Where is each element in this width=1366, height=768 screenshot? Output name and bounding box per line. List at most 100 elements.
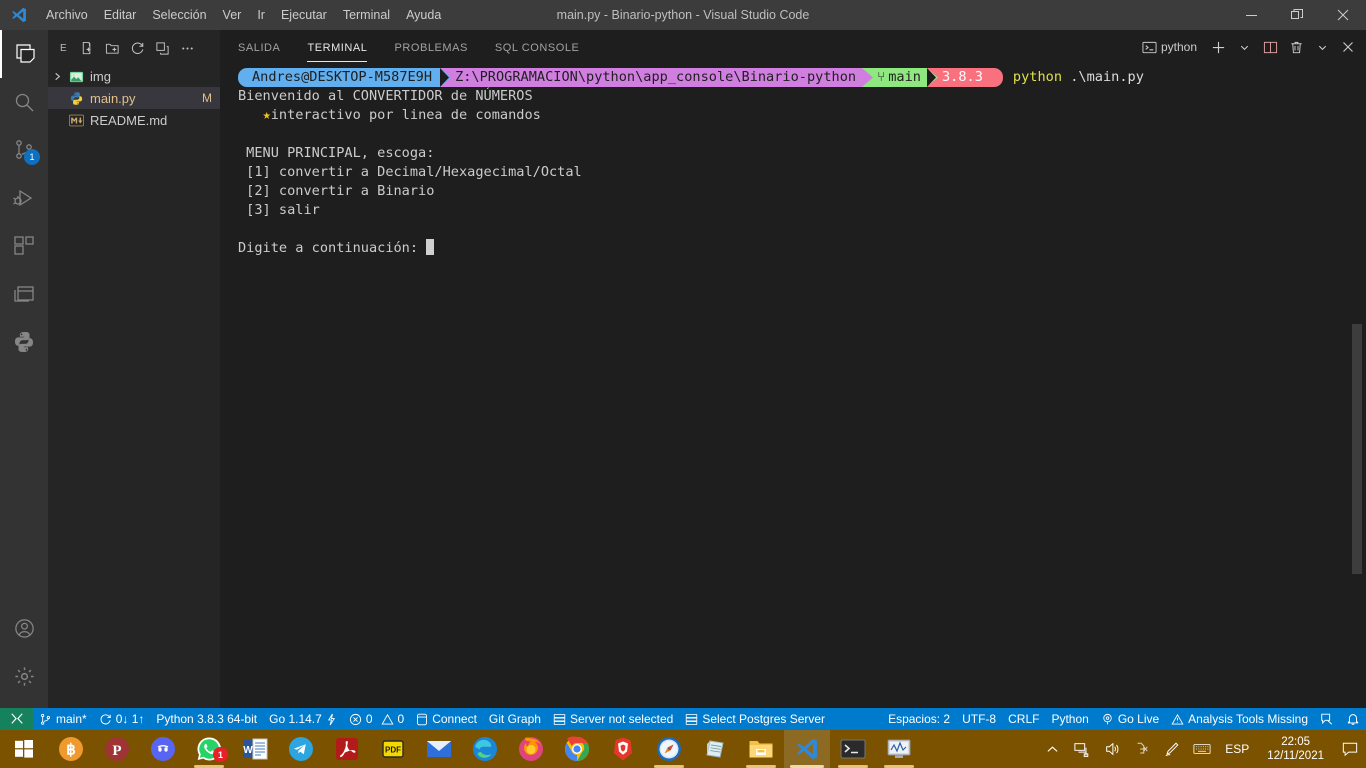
keyboard-icon[interactable] xyxy=(1187,730,1217,768)
taskbar-bitcoin[interactable]: ฿ xyxy=(48,730,94,768)
terminal-selector[interactable]: python xyxy=(1139,35,1204,59)
status-sql-server[interactable]: Server not selected xyxy=(547,708,679,730)
bluetooth-icon[interactable] xyxy=(1127,730,1157,768)
activity-extensions[interactable] xyxy=(0,222,48,270)
new-terminal-dropdown[interactable] xyxy=(1232,35,1256,59)
refresh-icon[interactable] xyxy=(126,37,148,59)
status-git-sync[interactable]: 0↓ 1↑ xyxy=(93,708,151,730)
panel-views-button[interactable] xyxy=(1310,35,1334,59)
terminal-output-line-6: [2] convertir a Binario xyxy=(238,183,435,199)
activity-explorer[interactable] xyxy=(0,30,48,78)
taskbar-whatsapp[interactable]: 1 xyxy=(186,730,232,768)
taskbar-mail[interactable] xyxy=(416,730,462,768)
taskbar-acrobat[interactable] xyxy=(324,730,370,768)
remote-window-indicator[interactable] xyxy=(0,708,33,730)
taskbar-pdf-editor[interactable]: PDF xyxy=(370,730,416,768)
tab-terminal[interactable]: TERMINAL xyxy=(307,30,368,64)
status-go-live[interactable]: Go Live xyxy=(1095,708,1165,730)
tree-row-img[interactable]: img xyxy=(48,65,220,87)
terminal-scrollbar[interactable] xyxy=(1352,324,1362,574)
status-indentation[interactable]: Espacios: 2 xyxy=(882,708,956,730)
status-go-version[interactable]: Go 1.14.7 xyxy=(263,708,343,730)
menu-ver[interactable]: Ver xyxy=(215,0,250,30)
tab-salida[interactable]: SALIDA xyxy=(238,30,280,64)
status-problems[interactable]: 0 0 xyxy=(343,708,410,730)
activity-search[interactable] xyxy=(0,78,48,126)
status-eol[interactable]: CRLF xyxy=(1002,708,1045,730)
pen-icon[interactable] xyxy=(1157,730,1187,768)
terminal-command-keyword: python xyxy=(1012,69,1063,85)
activity-run-debug[interactable] xyxy=(0,174,48,222)
close-button[interactable] xyxy=(1320,0,1366,30)
tree-row-main-py[interactable]: main.py M xyxy=(48,87,220,109)
status-git-graph[interactable]: Git Graph xyxy=(483,708,547,730)
terminal-name: python xyxy=(1160,40,1197,54)
windows-start-icon[interactable] xyxy=(0,730,48,768)
more-actions-icon[interactable] xyxy=(176,37,198,59)
chevron-up-icon[interactable] xyxy=(1037,730,1067,768)
menu-terminal[interactable]: Terminal xyxy=(335,0,398,30)
activity-python[interactable] xyxy=(0,318,48,366)
collapse-all-icon[interactable] xyxy=(151,37,173,59)
status-feedback[interactable] xyxy=(1314,708,1340,730)
title-bar: Archivo Editar Selección Ver Ir Ejecutar… xyxy=(0,0,1366,30)
tree-row-readme[interactable]: README.md xyxy=(48,109,220,131)
taskbar-safari[interactable] xyxy=(646,730,692,768)
taskbar-notepad[interactable] xyxy=(692,730,738,768)
status-git-branch[interactable]: main* xyxy=(33,708,93,730)
action-center-icon[interactable] xyxy=(1334,730,1366,768)
activity-settings[interactable] xyxy=(0,652,48,700)
status-encoding[interactable]: UTF-8 xyxy=(956,708,1002,730)
chevron-right-icon[interactable] xyxy=(48,71,66,82)
taskbar-brave[interactable] xyxy=(600,730,646,768)
restore-button[interactable] xyxy=(1274,0,1320,30)
new-terminal-button[interactable] xyxy=(1206,35,1230,59)
tab-sql-console[interactable]: SQL CONSOLE xyxy=(495,30,580,64)
status-notifications[interactable] xyxy=(1340,708,1366,730)
new-file-icon[interactable] xyxy=(76,37,98,59)
kill-terminal-button[interactable] xyxy=(1284,35,1308,59)
activity-accounts[interactable] xyxy=(0,604,48,652)
network-icon[interactable] xyxy=(1067,730,1097,768)
menu-seleccion[interactable]: Selección xyxy=(144,0,214,30)
menu-editar[interactable]: Editar xyxy=(96,0,145,30)
split-terminal-button[interactable] xyxy=(1258,35,1282,59)
close-panel-button[interactable] xyxy=(1336,35,1360,59)
taskbar-word[interactable]: W xyxy=(232,730,278,768)
new-folder-icon[interactable] xyxy=(101,37,123,59)
menu-ejecutar[interactable]: Ejecutar xyxy=(273,0,335,30)
activity-remote-explorer[interactable] xyxy=(0,270,48,318)
menu-ayuda[interactable]: Ayuda xyxy=(398,0,449,30)
taskbar-discord[interactable] xyxy=(140,730,186,768)
minimize-button[interactable] xyxy=(1228,0,1274,30)
python-file-icon xyxy=(66,91,86,106)
activity-source-control[interactable]: 1 xyxy=(0,126,48,174)
taskbar-edge[interactable] xyxy=(462,730,508,768)
taskbar-pushbullet[interactable]: P xyxy=(94,730,140,768)
tray-clock[interactable]: 22:05 12/11/2021 xyxy=(1257,730,1334,768)
taskbar-file-explorer[interactable] xyxy=(738,730,784,768)
status-language-mode[interactable]: Python xyxy=(1045,708,1094,730)
taskbar-vscode[interactable] xyxy=(784,730,830,768)
taskbar-chrome[interactable] xyxy=(554,730,600,768)
taskbar-terminal[interactable] xyxy=(830,730,876,768)
status-postgres-server[interactable]: Select Postgres Server xyxy=(679,708,831,730)
volume-icon[interactable] xyxy=(1097,730,1127,768)
taskbar-task-manager[interactable] xyxy=(876,730,922,768)
menu-ir[interactable]: Ir xyxy=(249,0,273,30)
taskbar-firefox[interactable] xyxy=(508,730,554,768)
taskbar-telegram[interactable] xyxy=(278,730,324,768)
status-language-label: Python xyxy=(1051,712,1089,726)
tray-language[interactable]: ESP xyxy=(1217,742,1257,756)
terminal-output-line-5: [1] convertir a Decimal/Hexagecimal/Octa… xyxy=(238,164,582,180)
tab-problemas[interactable]: PROBLEMAS xyxy=(394,30,467,64)
terminal-content[interactable]: Andres@DESKTOP-M587E9H Z:\PROGRAMACION\py… xyxy=(220,64,1366,708)
status-python-interpreter[interactable]: Python 3.8.3 64-bit xyxy=(150,708,263,730)
markdown-file-icon xyxy=(66,114,86,127)
status-analysis-tools[interactable]: Analysis Tools Missing xyxy=(1165,708,1314,730)
status-sql-connect[interactable]: Connect xyxy=(410,708,483,730)
terminal-input-line[interactable]: Digite a continuación: xyxy=(238,239,1366,258)
terminal-input-prompt: Digite a continuación: xyxy=(238,240,427,256)
menu-archivo[interactable]: Archivo xyxy=(38,0,96,30)
svg-text:฿: ฿ xyxy=(66,743,76,759)
